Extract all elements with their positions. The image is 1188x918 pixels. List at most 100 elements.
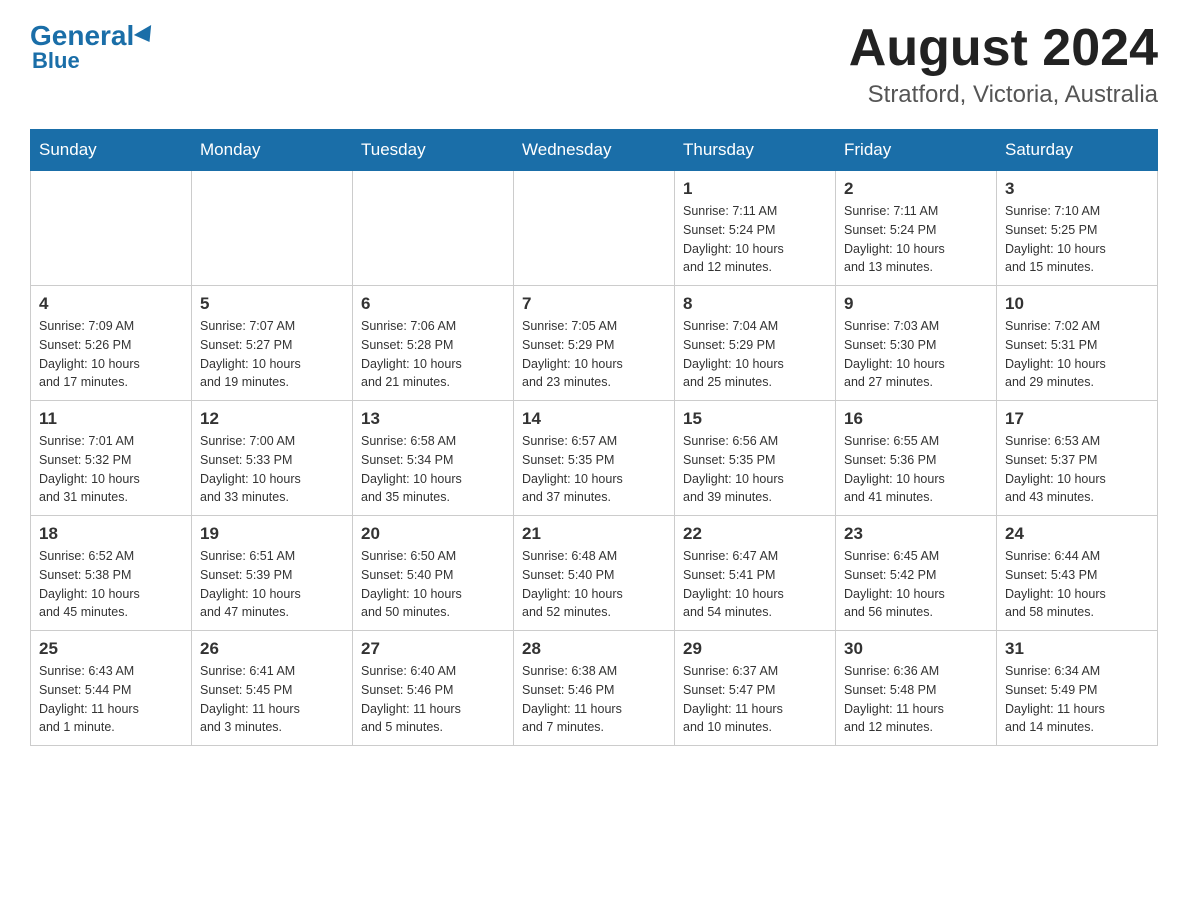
calendar-cell: 28 Sunrise: 6:38 AMSunset: 5:46 PMDayligh…	[514, 631, 675, 746]
day-number: 8	[683, 294, 827, 314]
day-number: 24	[1005, 524, 1149, 544]
calendar-cell	[353, 171, 514, 286]
day-number: 20	[361, 524, 505, 544]
calendar-cell: 22 Sunrise: 6:47 AMSunset: 5:41 PMDayligh…	[675, 516, 836, 631]
day-number: 27	[361, 639, 505, 659]
weekday-header-row: SundayMondayTuesdayWednesdayThursdayFrid…	[31, 130, 1158, 171]
day-number: 9	[844, 294, 988, 314]
day-info: Sunrise: 6:52 AMSunset: 5:38 PMDaylight:…	[39, 547, 183, 622]
day-info: Sunrise: 6:45 AMSunset: 5:42 PMDaylight:…	[844, 547, 988, 622]
day-info: Sunrise: 6:55 AMSunset: 5:36 PMDaylight:…	[844, 432, 988, 507]
day-number: 7	[522, 294, 666, 314]
day-number: 6	[361, 294, 505, 314]
day-number: 10	[1005, 294, 1149, 314]
calendar-cell: 15Sunrise: 6:56 AMSunset: 5:35 PMDayligh…	[675, 401, 836, 516]
day-number: 11	[39, 409, 183, 429]
calendar-cell: 18 Sunrise: 6:52 AMSunset: 5:38 PMDayligh…	[31, 516, 192, 631]
calendar-cell: 29Sunrise: 6:37 AMSunset: 5:47 PMDayligh…	[675, 631, 836, 746]
calendar-cell: 31 Sunrise: 6:34 AMSunset: 5:49 PMDayligh…	[997, 631, 1158, 746]
calendar-cell: 27 Sunrise: 6:40 AMSunset: 5:46 PMDayligh…	[353, 631, 514, 746]
logo-arrow-icon	[134, 25, 158, 47]
calendar-cell: 1 Sunrise: 7:11 AMSunset: 5:24 PMDaylight…	[675, 171, 836, 286]
calendar-cell: 11 Sunrise: 7:01 AMSunset: 5:32 PMDayligh…	[31, 401, 192, 516]
day-info: Sunrise: 6:47 AMSunset: 5:41 PMDaylight:…	[683, 547, 827, 622]
weekday-header-saturday: Saturday	[997, 130, 1158, 171]
day-info: Sunrise: 7:04 AMSunset: 5:29 PMDaylight:…	[683, 317, 827, 392]
calendar-cell: 25 Sunrise: 6:43 AMSunset: 5:44 PMDayligh…	[31, 631, 192, 746]
day-info: Sunrise: 6:40 AMSunset: 5:46 PMDaylight:…	[361, 662, 505, 737]
day-info: Sunrise: 7:05 AMSunset: 5:29 PMDaylight:…	[522, 317, 666, 392]
day-number: 3	[1005, 179, 1149, 199]
calendar-cell: 23 Sunrise: 6:45 AMSunset: 5:42 PMDayligh…	[836, 516, 997, 631]
calendar-cell	[192, 171, 353, 286]
day-info: Sunrise: 6:41 AMSunset: 5:45 PMDaylight:…	[200, 662, 344, 737]
day-info: Sunrise: 7:11 AMSunset: 5:24 PMDaylight:…	[844, 202, 988, 277]
day-number: 31	[1005, 639, 1149, 659]
page-header: General Blue August 2024 Stratford, Vict…	[30, 20, 1158, 109]
month-title: August 2024	[849, 20, 1158, 77]
day-info: Sunrise: 7:11 AMSunset: 5:24 PMDaylight:…	[683, 202, 827, 277]
day-number: 21	[522, 524, 666, 544]
weekday-header-tuesday: Tuesday	[353, 130, 514, 171]
day-info: Sunrise: 6:44 AMSunset: 5:43 PMDaylight:…	[1005, 547, 1149, 622]
day-number: 15	[683, 409, 827, 429]
week-row-5: 25 Sunrise: 6:43 AMSunset: 5:44 PMDayligh…	[31, 631, 1158, 746]
week-row-2: 4 Sunrise: 7:09 AMSunset: 5:26 PMDaylight…	[31, 286, 1158, 401]
calendar-cell: 3Sunrise: 7:10 AMSunset: 5:25 PMDaylight…	[997, 171, 1158, 286]
calendar-cell: 8 Sunrise: 7:04 AMSunset: 5:29 PMDaylight…	[675, 286, 836, 401]
day-info: Sunrise: 7:02 AMSunset: 5:31 PMDaylight:…	[1005, 317, 1149, 392]
day-number: 4	[39, 294, 183, 314]
day-number: 1	[683, 179, 827, 199]
week-row-4: 18 Sunrise: 6:52 AMSunset: 5:38 PMDayligh…	[31, 516, 1158, 631]
weekday-header-thursday: Thursday	[675, 130, 836, 171]
day-number: 16	[844, 409, 988, 429]
weekday-header-friday: Friday	[836, 130, 997, 171]
day-number: 29	[683, 639, 827, 659]
day-number: 17	[1005, 409, 1149, 429]
day-info: Sunrise: 6:58 AMSunset: 5:34 PMDaylight:…	[361, 432, 505, 507]
calendar-cell: 13Sunrise: 6:58 AMSunset: 5:34 PMDayligh…	[353, 401, 514, 516]
title-block: August 2024 Stratford, Victoria, Austral…	[849, 20, 1158, 109]
calendar-cell: 4 Sunrise: 7:09 AMSunset: 5:26 PMDaylight…	[31, 286, 192, 401]
calendar-cell: 20Sunrise: 6:50 AMSunset: 5:40 PMDayligh…	[353, 516, 514, 631]
day-number: 22	[683, 524, 827, 544]
calendar-cell: 14Sunrise: 6:57 AMSunset: 5:35 PMDayligh…	[514, 401, 675, 516]
day-number: 18	[39, 524, 183, 544]
day-info: Sunrise: 6:38 AMSunset: 5:46 PMDaylight:…	[522, 662, 666, 737]
day-info: Sunrise: 6:43 AMSunset: 5:44 PMDaylight:…	[39, 662, 183, 737]
calendar-cell: 12Sunrise: 7:00 AMSunset: 5:33 PMDayligh…	[192, 401, 353, 516]
calendar-cell: 16 Sunrise: 6:55 AMSunset: 5:36 PMDayligh…	[836, 401, 997, 516]
calendar-cell: 5Sunrise: 7:07 AMSunset: 5:27 PMDaylight…	[192, 286, 353, 401]
calendar-cell: 24 Sunrise: 6:44 AMSunset: 5:43 PMDayligh…	[997, 516, 1158, 631]
day-info: Sunrise: 7:07 AMSunset: 5:27 PMDaylight:…	[200, 317, 344, 392]
day-info: Sunrise: 7:01 AMSunset: 5:32 PMDaylight:…	[39, 432, 183, 507]
day-number: 2	[844, 179, 988, 199]
day-number: 12	[200, 409, 344, 429]
logo-blue-label: Blue	[32, 48, 80, 74]
calendar-cell: 30Sunrise: 6:36 AMSunset: 5:48 PMDayligh…	[836, 631, 997, 746]
day-number: 19	[200, 524, 344, 544]
day-info: Sunrise: 7:09 AMSunset: 5:26 PMDaylight:…	[39, 317, 183, 392]
day-info: Sunrise: 7:03 AMSunset: 5:30 PMDaylight:…	[844, 317, 988, 392]
weekday-header-sunday: Sunday	[31, 130, 192, 171]
day-number: 23	[844, 524, 988, 544]
day-info: Sunrise: 6:53 AMSunset: 5:37 PMDaylight:…	[1005, 432, 1149, 507]
calendar-cell: 26 Sunrise: 6:41 AMSunset: 5:45 PMDayligh…	[192, 631, 353, 746]
day-info: Sunrise: 7:06 AMSunset: 5:28 PMDaylight:…	[361, 317, 505, 392]
week-row-3: 11 Sunrise: 7:01 AMSunset: 5:32 PMDayligh…	[31, 401, 1158, 516]
calendar-table: SundayMondayTuesdayWednesdayThursdayFrid…	[30, 129, 1158, 746]
calendar-cell: 9 Sunrise: 7:03 AMSunset: 5:30 PMDaylight…	[836, 286, 997, 401]
weekday-header-monday: Monday	[192, 130, 353, 171]
calendar-cell: 10 Sunrise: 7:02 AMSunset: 5:31 PMDayligh…	[997, 286, 1158, 401]
week-row-1: 1 Sunrise: 7:11 AMSunset: 5:24 PMDaylight…	[31, 171, 1158, 286]
day-number: 14	[522, 409, 666, 429]
calendar-cell: 17 Sunrise: 6:53 AMSunset: 5:37 PMDayligh…	[997, 401, 1158, 516]
day-number: 25	[39, 639, 183, 659]
logo: General Blue	[30, 20, 156, 74]
day-number: 26	[200, 639, 344, 659]
calendar-cell: 21Sunrise: 6:48 AMSunset: 5:40 PMDayligh…	[514, 516, 675, 631]
day-number: 28	[522, 639, 666, 659]
location-title: Stratford, Victoria, Australia	[849, 81, 1158, 109]
calendar-cell: 7 Sunrise: 7:05 AMSunset: 5:29 PMDaylight…	[514, 286, 675, 401]
day-info: Sunrise: 6:34 AMSunset: 5:49 PMDaylight:…	[1005, 662, 1149, 737]
